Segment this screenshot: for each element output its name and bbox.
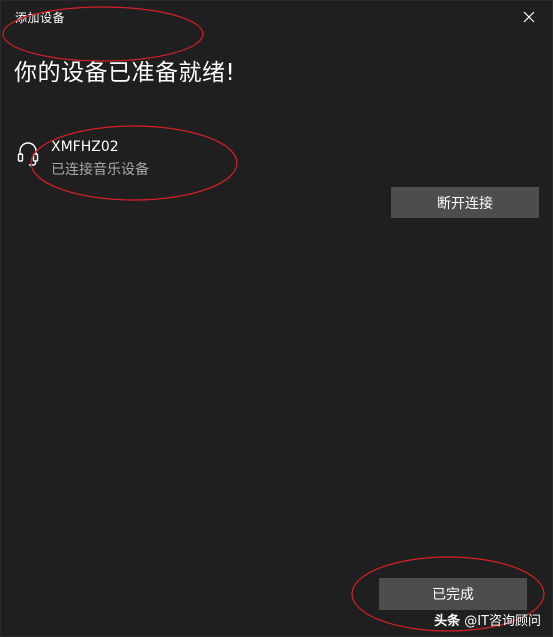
watermark-handle: @IT咨询顾问 bbox=[464, 614, 541, 629]
device-name: XMFHZ02 bbox=[51, 139, 119, 155]
watermark: 头条 @IT咨询顾问 bbox=[434, 610, 541, 629]
title-bar: 添加设备 bbox=[1, 1, 552, 33]
done-button[interactable]: 已完成 bbox=[379, 578, 527, 610]
headphones-icon bbox=[17, 142, 39, 166]
disconnect-button[interactable]: 断开连接 bbox=[391, 187, 539, 218]
watermark-brand: 头条 bbox=[434, 614, 461, 629]
page-title: 你的设备已准备就绪! bbox=[14, 60, 236, 86]
close-button[interactable] bbox=[506, 1, 552, 33]
window-title: 添加设备 bbox=[15, 11, 66, 25]
close-icon bbox=[523, 11, 535, 23]
device-status: 已连接音乐设备 bbox=[51, 162, 149, 178]
device-item: XMFHZ02 已连接音乐设备 bbox=[17, 139, 317, 183]
add-device-window: 添加设备 你的设备已准备就绪! XMFHZ02 已连接音乐设备 断开连接 已完成 bbox=[0, 0, 553, 637]
